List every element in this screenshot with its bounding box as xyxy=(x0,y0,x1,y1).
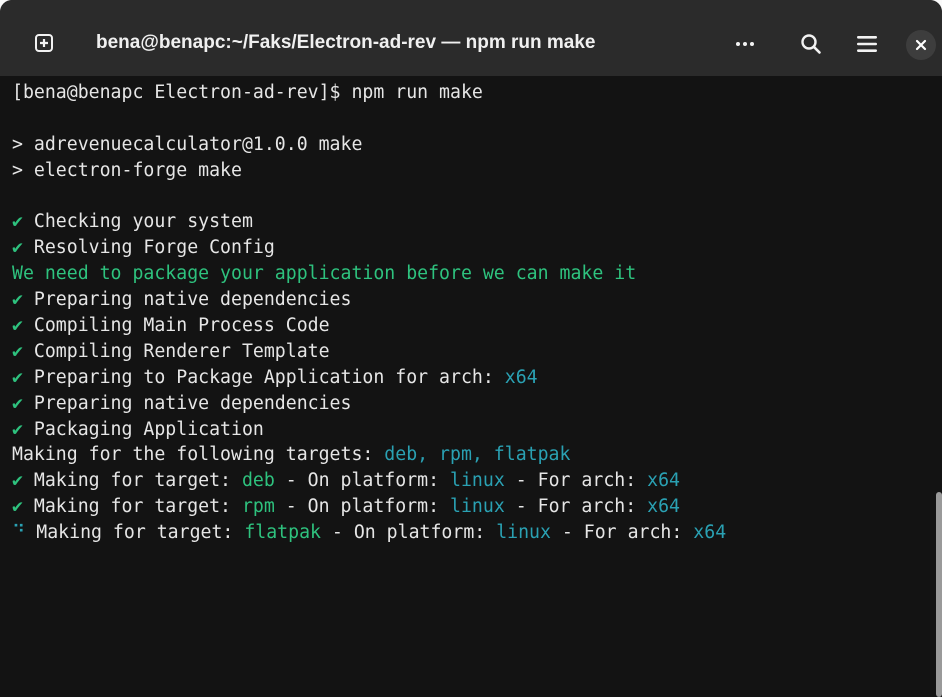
hamburger-icon xyxy=(857,36,877,52)
terminal-line: > adrevenuecalculator@1.0.0 make xyxy=(12,132,922,158)
terminal-line: ✔ Compiling Renderer Template xyxy=(12,339,922,365)
more-icon xyxy=(736,42,754,46)
close-button[interactable] xyxy=(906,30,936,60)
terminal-text: [bena@benapc Electron-ad-rev]$ npm run m… xyxy=(12,82,483,103)
terminal-text: Compiling Main Process Code xyxy=(22,315,330,337)
terminal-text: deb xyxy=(241,470,275,492)
terminal-line: ✔ Preparing to Package Application for a… xyxy=(12,365,922,391)
terminal-lines: [bena@benapc Electron-ad-rev]$ npm run m… xyxy=(12,80,922,546)
search-icon xyxy=(801,34,821,54)
terminal-line: ✔ Making for target: deb - On platform: … xyxy=(12,468,922,494)
checkmark-icon: ✔ xyxy=(12,211,23,233)
terminal-text: Preparing native dependencies xyxy=(22,392,352,414)
window-title: bena@benapc:~/Faks/Electron-ad-rev — npm… xyxy=(96,32,596,53)
terminal-text: - On platform: xyxy=(274,496,451,518)
terminal-text: - For arch: xyxy=(504,470,648,492)
terminal-text: flatpak xyxy=(244,522,321,544)
terminal-text: linux xyxy=(450,470,505,492)
terminal-text: Making for target: xyxy=(25,522,245,544)
terminal-text: - For arch: xyxy=(504,496,648,518)
terminal-text: x64 xyxy=(693,522,727,544)
search-button[interactable] xyxy=(788,26,834,62)
terminal-output[interactable]: [bena@benapc Electron-ad-rev]$ npm run m… xyxy=(0,76,942,697)
terminal-text: Preparing native dependencies xyxy=(22,289,352,311)
terminal-text: Making for target: xyxy=(22,470,242,492)
checkmark-icon: ✔ xyxy=(12,366,23,388)
terminal-text: linux xyxy=(450,496,505,518)
checkmark-icon: ✔ xyxy=(12,496,23,518)
new-tab-icon xyxy=(35,34,53,52)
terminal-text: Resolving Forge Config xyxy=(22,237,275,259)
terminal-window: bena@benapc:~/Faks/Electron-ad-rev — npm… xyxy=(0,0,942,697)
terminal-line: ✔ Compiling Main Process Code xyxy=(12,313,922,339)
terminal-text: Making for the following targets: xyxy=(12,444,385,466)
terminal-line: ✔ Preparing native dependencies xyxy=(12,391,922,417)
checkmark-icon: ✔ xyxy=(12,470,23,492)
scrollbar[interactable] xyxy=(936,492,942,697)
checkmark-icon: ✔ xyxy=(12,289,23,311)
main-menu-button[interactable] xyxy=(844,26,890,62)
terminal-line: ✔ Making for target: rpm - On platform: … xyxy=(12,494,922,520)
close-icon xyxy=(915,39,927,51)
checkmark-icon: ✔ xyxy=(12,418,23,440)
terminal-text: Making for target: xyxy=(22,496,242,518)
terminal-line: ⠙ Making for target: flatpak - On platfo… xyxy=(12,520,922,546)
checkmark-icon: ✔ xyxy=(12,392,23,414)
checkmark-icon: ✔ xyxy=(12,315,23,337)
terminal-line: ✔ Preparing native dependencies xyxy=(12,287,922,313)
title-bar[interactable]: bena@benapc:~/Faks/Electron-ad-rev — npm… xyxy=(0,0,942,76)
terminal-text: Preparing to Package Application for arc… xyxy=(22,366,505,388)
checkmark-icon: ✔ xyxy=(12,340,23,362)
terminal-text: - On platform: xyxy=(320,522,497,544)
terminal-line: ✔ Resolving Forge Config xyxy=(12,235,922,261)
terminal-text: x64 xyxy=(504,366,538,388)
terminal-text: linux xyxy=(496,522,551,544)
terminal-text: x64 xyxy=(647,496,680,518)
terminal-text: Compiling Renderer Template xyxy=(22,340,330,362)
terminal-text: We need to package your application befo… xyxy=(12,263,637,285)
terminal-text: > adrevenuecalculator@1.0.0 make xyxy=(12,133,363,155)
terminal-text: Checking your system xyxy=(22,211,253,233)
terminal-line: > electron-forge make xyxy=(12,158,922,184)
terminal-text: rpm xyxy=(241,496,275,518)
spinner-icon: ⠙ xyxy=(12,522,26,544)
more-options-button[interactable] xyxy=(722,26,768,62)
new-tab-button[interactable] xyxy=(22,26,66,60)
terminal-line: [bena@benapc Electron-ad-rev]$ npm run m… xyxy=(12,80,922,106)
terminal-text: - For arch: xyxy=(550,522,694,544)
terminal-line: ✔ Packaging Application xyxy=(12,417,922,443)
terminal-text: deb, rpm, flatpak xyxy=(384,444,571,466)
terminal-line: Making for the following targets: deb, r… xyxy=(12,442,922,468)
terminal-text: > electron-forge make xyxy=(12,159,242,181)
terminal-line: ✔ Checking your system xyxy=(12,209,922,235)
checkmark-icon: ✔ xyxy=(12,237,23,259)
terminal-line: We need to package your application befo… xyxy=(12,261,922,287)
terminal-text: x64 xyxy=(647,470,680,492)
terminal-text: Packaging Application xyxy=(22,418,264,440)
terminal-text: - On platform: xyxy=(274,470,451,492)
